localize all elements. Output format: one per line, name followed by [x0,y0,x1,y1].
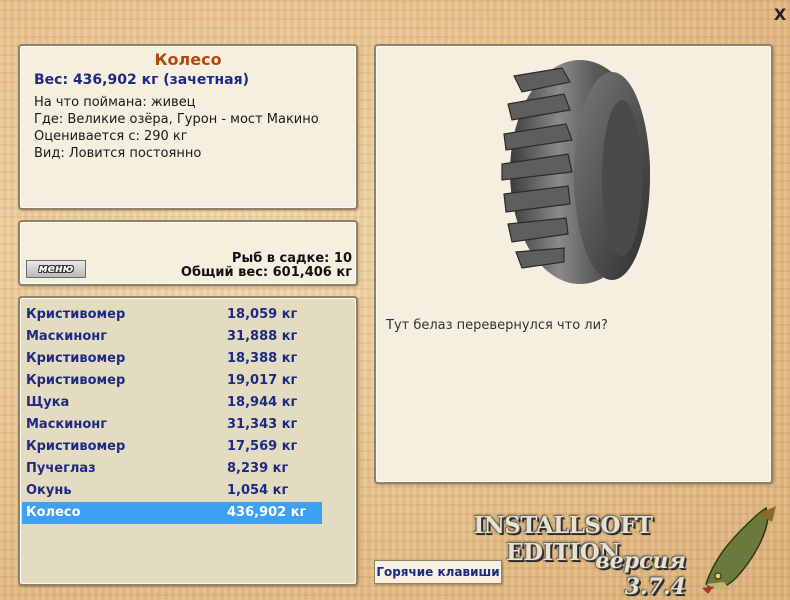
fish-list-row[interactable]: Кристивомер 18,388 кг [22,348,322,370]
fish-name: Маскинонг [26,417,108,432]
fish-weight: 18,388 кг [227,351,298,366]
fish-name: Кристивомер [26,439,126,454]
catch-valued-from: Оценивается с: 290 кг [34,129,188,144]
fish-name: Маскинонг [26,329,108,344]
keepnet-summary-panel: меню Рыб в садке: 10 Общий вес: 601,406 … [18,220,358,286]
fish-weight: 19,017 кг [227,373,298,388]
fish-list-row[interactable]: Кристивомер 19,017 кг [22,370,322,392]
fish-list-row[interactable]: Кристивомер 18,059 кг [22,304,322,326]
pike-icon [702,506,776,594]
fish-weight: 17,569 кг [227,439,298,454]
fish-weight: 31,343 кг [227,417,298,432]
catch-picture-panel: Тут белаз перевернулся что ли? [374,44,773,484]
fish-weight: 18,059 кг [227,307,298,322]
catch-info-panel: Колесо Вес: 436,902 кг (зачетная) На что… [18,44,358,210]
keepnet-total-weight: Общий вес: 601,406 кг [180,265,352,280]
fish-list-row[interactable]: Пучеглаз 8,239 кг [22,458,322,480]
catch-location: Где: Великие озёра, Гурон - мост Макино [34,112,319,127]
fish-weight: 18,944 кг [227,395,298,410]
fish-list-row-selected[interactable]: Колесо 436,902 кг [22,502,322,524]
keepnet-fish-list: Кристивомер 18,059 кг Маскинонг 31,888 кг … [18,296,358,586]
fish-weight: 31,888 кг [227,329,298,344]
fish-name: Щука [26,395,70,410]
fish-list-row[interactable]: Маскинонг 31,888 кг [22,326,322,348]
fish-name: Колесо [26,505,81,520]
fish-list-row[interactable]: Щука 18,944 кг [22,392,322,414]
fish-name: Кристивомер [26,351,126,366]
keepnet-fish-count: Рыб в садке: 10 [231,251,352,266]
tire-image [501,60,650,284]
fish-name: Окунь [26,483,72,498]
catch-type: Вид: Ловится постоянно [34,146,202,161]
fish-weight: 1,054 кг [227,483,289,498]
catch-weight: Вес: 436,902 кг (зачетная) [34,72,249,88]
fish-name: Пучеглаз [26,461,96,476]
close-button[interactable]: X [772,6,788,24]
catch-caption: Тут белаз перевернулся что ли? [386,318,608,333]
catch-title: Колесо [154,50,222,69]
fish-weight: 436,902 кг [227,505,307,520]
fish-name: Кристивомер [26,373,126,388]
menu-button[interactable]: меню [26,260,86,278]
fish-list-row[interactable]: Маскинонг 31,343 кг [22,414,322,436]
fish-weight: 8,239 кг [227,461,289,476]
fish-list-row[interactable]: Кристивомер 17,569 кг [22,436,322,458]
version-label: версия 3.7.4 [595,548,686,600]
catch-bait: На что поймана: живец [34,95,196,110]
fish-name: Кристивомер [26,307,126,322]
fish-list-row[interactable]: Окунь 1,054 кг [22,480,322,502]
